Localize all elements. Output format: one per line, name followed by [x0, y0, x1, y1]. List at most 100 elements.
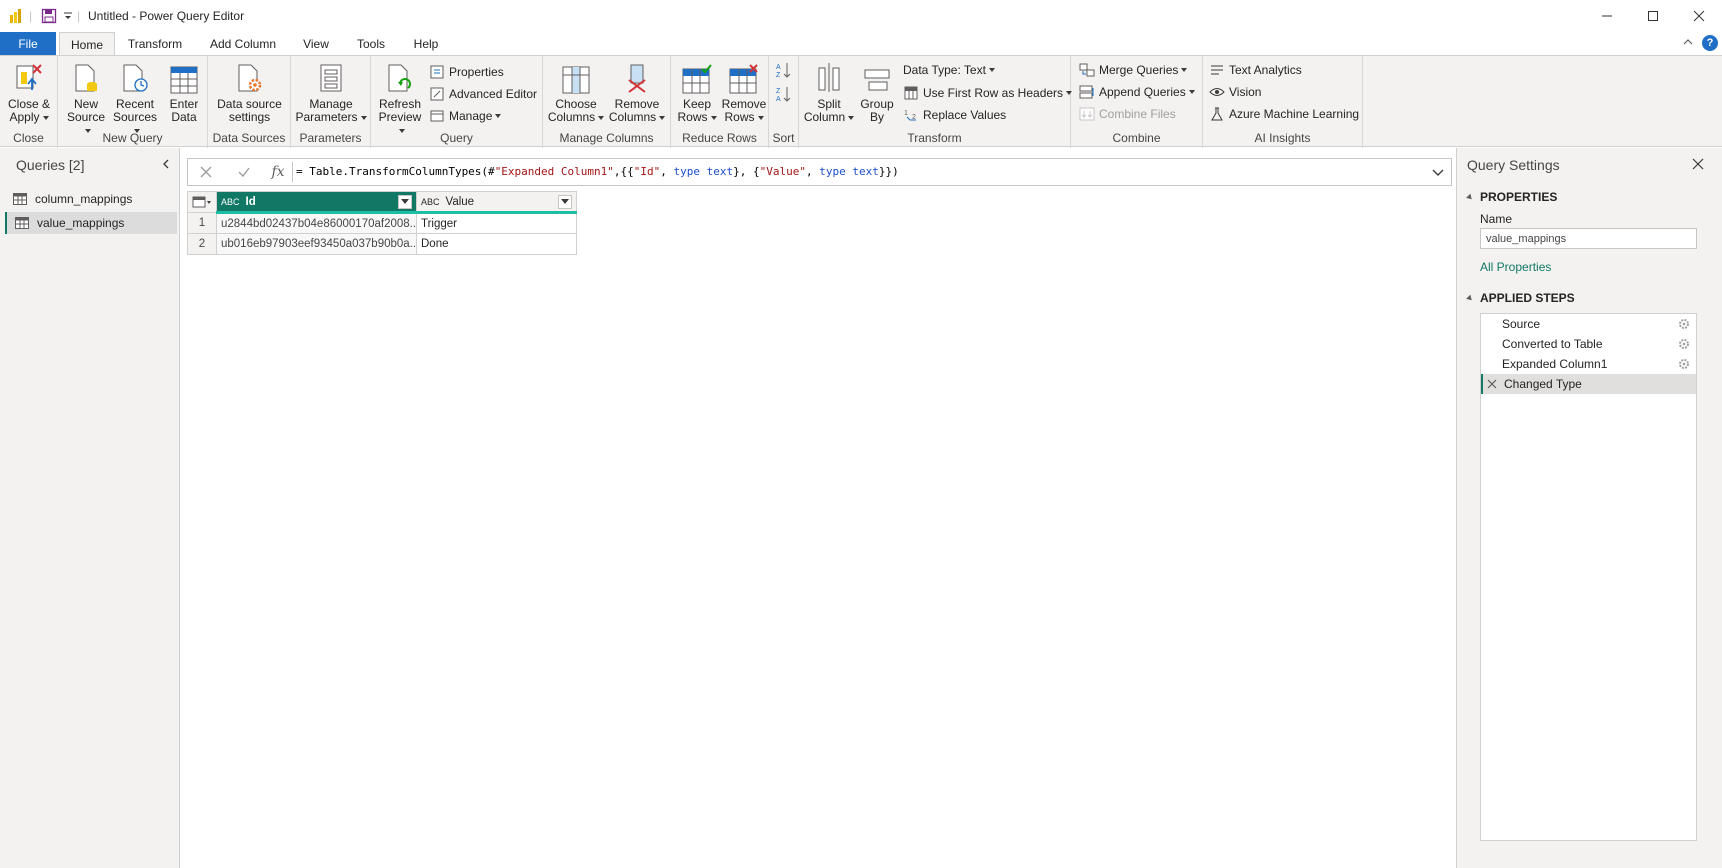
split-column-icon	[815, 58, 843, 94]
applied-steps-section-header[interactable]: APPLIED STEPS	[1466, 291, 1575, 305]
tab-home[interactable]: Home	[59, 32, 115, 57]
ribbon-group-manage-columns: Choose Columns Remove Columns Manage Col…	[543, 56, 671, 148]
step-changed-type[interactable]: Changed Type	[1481, 374, 1696, 394]
enter-data-label-2: Data	[171, 110, 197, 124]
sort-descending-button[interactable]: ZA	[775, 84, 793, 104]
tab-help[interactable]: Help	[408, 32, 444, 56]
column-header-id[interactable]: ABC Id	[216, 191, 417, 214]
quick-access-dropdown-icon[interactable]	[63, 0, 73, 32]
column-header-value[interactable]: ABC Value	[416, 191, 577, 214]
combine-files-button[interactable]: Combine Files	[1079, 104, 1176, 124]
append-queries-button[interactable]: Append Queries	[1079, 82, 1195, 102]
choose-columns-icon	[562, 58, 590, 94]
group-by-button[interactable]: Group By	[857, 58, 897, 124]
step-converted-to-table[interactable]: Converted to Table	[1481, 334, 1696, 354]
row-number[interactable]: 1	[187, 212, 217, 234]
keep-rows-label-2: Rows	[677, 111, 717, 124]
collapse-queries-icon[interactable]	[160, 158, 172, 170]
text-type-icon[interactable]: ABC	[221, 197, 240, 207]
query-name-input[interactable]	[1480, 228, 1697, 249]
cancel-formula-icon[interactable]	[188, 159, 224, 185]
collapse-ribbon-icon[interactable]	[1682, 36, 1694, 48]
table-menu-button[interactable]	[187, 191, 217, 213]
advanced-editor-icon	[429, 86, 445, 102]
replace-values-icon: 12	[903, 107, 919, 123]
combine-files-icon	[1079, 106, 1095, 122]
merge-queries-button[interactable]: Merge Queries	[1079, 60, 1188, 80]
enter-data-button[interactable]: Enter Data	[164, 58, 204, 124]
merge-queries-label: Merge Queries	[1099, 63, 1179, 77]
manage-button[interactable]: Manage	[429, 106, 502, 126]
formula-text[interactable]: = Table.TransformColumnTypes(#"Expanded …	[296, 159, 899, 185]
choose-columns-button[interactable]: Choose Columns	[547, 58, 605, 124]
text-type-icon[interactable]: ABC	[421, 197, 440, 207]
new-source-button[interactable]: New Source	[64, 58, 108, 137]
query-item-column-mappings[interactable]: column_mappings	[5, 188, 177, 210]
text-analytics-button[interactable]: Text Analytics	[1209, 60, 1302, 80]
minimize-button[interactable]	[1584, 0, 1630, 32]
gear-icon[interactable]	[1678, 318, 1690, 330]
split-column-button[interactable]: Split Column	[803, 58, 855, 124]
row-number[interactable]: 2	[187, 233, 217, 255]
window-title: Untitled - Power Query Editor	[88, 9, 245, 23]
properties-button[interactable]: Properties	[429, 62, 504, 82]
help-icon[interactable]: ?	[1702, 35, 1718, 51]
delete-step-icon[interactable]	[1486, 378, 1498, 390]
gear-icon[interactable]	[1678, 338, 1690, 350]
append-queries-label: Append Queries	[1099, 85, 1186, 99]
data-source-settings-button[interactable]: Data source settings	[212, 58, 287, 124]
query-item-label: value_mappings	[37, 216, 125, 230]
tab-transform[interactable]: Transform	[120, 32, 190, 56]
maximize-button[interactable]	[1630, 0, 1676, 32]
confirm-formula-icon[interactable]	[226, 159, 262, 185]
data-type-dropdown[interactable]: Data Type: Text	[903, 60, 995, 80]
use-first-row-headers-button[interactable]: Use First Row as Headers	[903, 83, 1073, 103]
step-label: Expanded Column1	[1502, 357, 1608, 371]
column-filter-dropdown-icon[interactable]	[558, 194, 572, 209]
table-icon	[13, 193, 27, 205]
column-filter-dropdown-icon[interactable]	[398, 194, 412, 209]
fx-icon[interactable]: fx	[260, 159, 296, 185]
gear-icon[interactable]	[1678, 358, 1690, 370]
close-settings-icon[interactable]	[1692, 158, 1704, 170]
ribbon-tabs: File Home Transform Add Column View Tool…	[0, 32, 1722, 57]
azure-ml-button[interactable]: Azure Machine Learning	[1209, 104, 1359, 124]
svg-text:A: A	[776, 96, 781, 103]
tab-view[interactable]: View	[296, 32, 336, 56]
refresh-preview-button[interactable]: Refresh Preview	[375, 58, 425, 137]
tab-file[interactable]: File	[0, 32, 56, 56]
remove-columns-button[interactable]: Remove Columns	[607, 58, 667, 124]
cell-id[interactable]: ub016eb97903eef93450a037b90b0a...	[216, 233, 417, 255]
cell-id[interactable]: u2844bd02437b04e86000170af2008...	[216, 212, 417, 234]
expand-formula-icon[interactable]	[1431, 165, 1445, 179]
queries-pane: Queries [2] column_mappings value_mappin…	[0, 148, 180, 868]
tab-add-column[interactable]: Add Column	[203, 32, 283, 56]
close-apply-button[interactable]: Close & Apply	[6, 58, 52, 124]
group-label-sort: Sort	[772, 131, 795, 145]
replace-values-button[interactable]: 12 Replace Values	[903, 105, 1006, 125]
query-item-value-mappings[interactable]: value_mappings	[5, 212, 177, 234]
tab-tools[interactable]: Tools	[350, 32, 392, 56]
cell-value[interactable]: Done	[416, 233, 577, 255]
ribbon-group-combine: Merge Queries Append Queries Combine Fil…	[1071, 56, 1203, 148]
step-expanded-column1[interactable]: Expanded Column1	[1481, 354, 1696, 374]
data-source-settings-label-2: settings	[228, 110, 271, 124]
append-queries-icon	[1079, 84, 1095, 100]
keep-rows-button[interactable]: Keep Rows	[675, 58, 719, 124]
advanced-editor-button[interactable]: Advanced Editor	[429, 84, 537, 104]
vision-label: Vision	[1229, 85, 1262, 99]
collapse-triangle-icon	[1466, 294, 1474, 302]
close-window-button[interactable]	[1676, 0, 1722, 32]
remove-rows-button[interactable]: Remove Rows	[721, 58, 767, 124]
sort-ascending-button[interactable]: AZ	[775, 60, 793, 80]
manage-parameters-button[interactable]: Manage Parameters	[295, 58, 367, 124]
query-settings-pane: Query Settings PROPERTIES Name All Prope…	[1456, 148, 1722, 868]
save-icon[interactable]	[41, 0, 57, 32]
properties-section-header[interactable]: PROPERTIES	[1466, 190, 1557, 204]
step-source[interactable]: Source	[1481, 314, 1696, 334]
all-properties-link[interactable]: All Properties	[1480, 260, 1551, 274]
cell-value[interactable]: Trigger	[416, 212, 577, 234]
vision-icon	[1209, 84, 1225, 100]
recent-sources-button[interactable]: Recent Sources	[110, 58, 160, 137]
vision-button[interactable]: Vision	[1209, 82, 1261, 102]
